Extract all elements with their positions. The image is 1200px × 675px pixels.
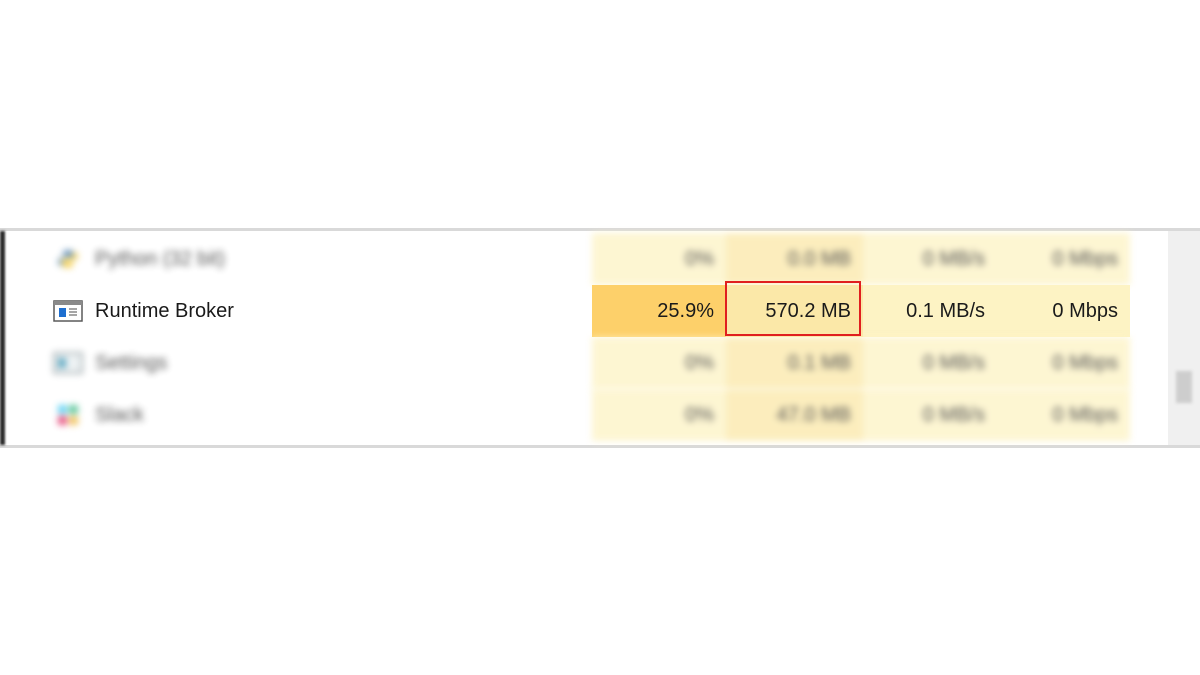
process-row[interactable]: Settings 0% 0.1 MB 0 MB/s 0 Mbps — [5, 337, 1130, 389]
network-cell: 0 Mbps — [997, 233, 1130, 285]
process-row[interactable]: Python (32 bit) 0% 0.0 MB 0 MB/s 0 Mbps — [5, 233, 1130, 285]
memory-cell: 0.0 MB — [726, 233, 863, 285]
memory-cell: 0.1 MB — [726, 337, 863, 389]
slack-icon — [53, 404, 83, 426]
network-cell: 0 Mbps — [997, 337, 1130, 389]
process-row[interactable]: Slack 0% 47.0 MB 0 MB/s 0 Mbps — [5, 389, 1130, 441]
memory-cell: 570.2 MB — [726, 285, 863, 337]
process-row-runtime-broker[interactable]: Runtime Broker 25.9% 570.2 MB 0.1 MB/s 0… — [5, 285, 1130, 337]
process-name: Runtime Broker — [95, 299, 234, 322]
cpu-cell: 0% — [592, 337, 726, 389]
python-icon — [53, 248, 83, 270]
disk-cell: 0 MB/s — [863, 233, 997, 285]
process-name: Settings — [95, 351, 168, 374]
memory-cell: 47.0 MB — [726, 389, 863, 441]
cpu-cell: 25.9% — [592, 285, 726, 337]
network-cell: 0 Mbps — [997, 285, 1130, 337]
disk-cell: 0 MB/s — [863, 337, 997, 389]
network-cell: 0 Mbps — [997, 389, 1130, 441]
process-name: Slack — [95, 403, 144, 426]
process-name: Python (32 bit) — [95, 247, 226, 270]
runtime-broker-icon — [53, 300, 83, 322]
scrollbar-thumb[interactable] — [1176, 371, 1192, 403]
disk-cell: 0 MB/s — [863, 389, 997, 441]
process-list-panel: Python (32 bit) 0% 0.0 MB 0 MB/s 0 Mbps … — [0, 228, 1200, 448]
vertical-scrollbar[interactable] — [1168, 231, 1200, 445]
disk-cell: 0.1 MB/s — [863, 285, 997, 337]
cpu-cell: 0% — [592, 389, 726, 441]
cpu-cell: 0% — [592, 233, 726, 285]
settings-icon — [53, 352, 83, 374]
